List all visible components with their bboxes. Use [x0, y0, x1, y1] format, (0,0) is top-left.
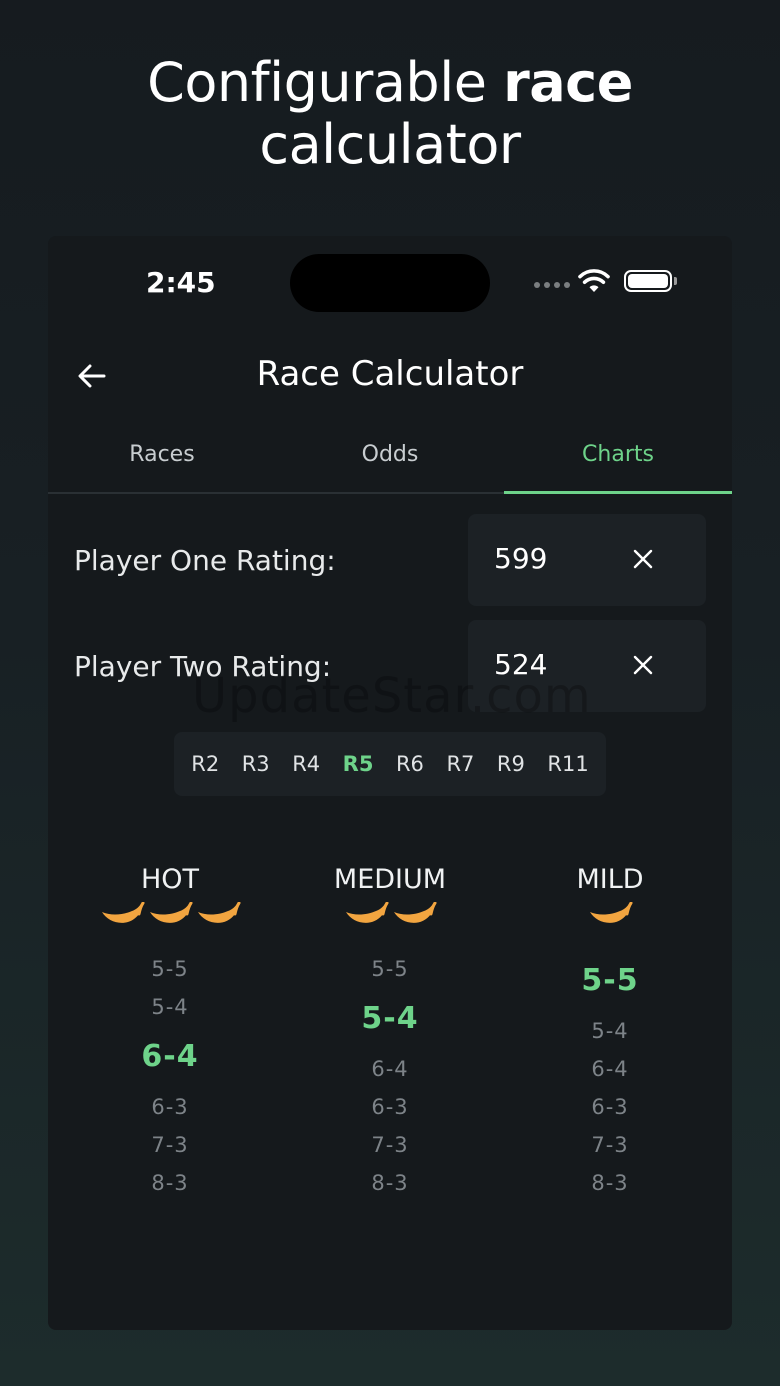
score-item: 8-3	[151, 1171, 189, 1195]
race-selector: R2 R3 R4 R5 R6 R7 R9 R11	[174, 732, 606, 796]
battery-icon	[624, 270, 672, 292]
column-heading: MEDIUM	[333, 864, 447, 895]
race-option-r11[interactable]: R11	[547, 752, 588, 776]
race-option-r4[interactable]: R4	[292, 752, 320, 776]
score-item: 5-5	[151, 957, 189, 981]
status-time: 2:45	[146, 266, 216, 299]
score-item: 5-4	[591, 1019, 629, 1043]
close-icon[interactable]	[630, 652, 656, 678]
score-item: 8-3	[591, 1171, 629, 1195]
pepper-rating	[510, 901, 710, 944]
wifi-icon	[578, 269, 610, 292]
pepper-icon	[391, 901, 437, 944]
race-option-r3[interactable]: R3	[242, 752, 270, 776]
pepper-rating	[290, 901, 490, 944]
score-item: 6-3	[151, 1095, 189, 1119]
pepper-icon	[587, 901, 633, 944]
tab-bar: Races Odds Charts	[48, 426, 732, 494]
signal-icon	[534, 282, 570, 288]
tab-charts[interactable]: Charts	[504, 426, 732, 494]
headline: Configurable race calculator	[0, 52, 780, 176]
phone-screen: 2:45 Race Calculator Races Odds Charts P…	[48, 236, 732, 1330]
headline-part2: race	[503, 51, 633, 114]
status-bar: 2:45	[48, 236, 732, 326]
score-item: 6-4	[591, 1057, 629, 1081]
pepper-rating	[70, 901, 270, 944]
score-item: 8-3	[371, 1171, 409, 1195]
column-mild: MILD 5-5 5-4 6-4 6-3 7-3 8-3	[510, 864, 710, 1202]
race-option-r7[interactable]: R7	[446, 752, 474, 776]
score-item: 6-3	[591, 1095, 629, 1119]
pepper-icon	[147, 901, 193, 944]
close-icon[interactable]	[630, 546, 656, 572]
score-item: 5-5	[371, 957, 409, 981]
score-item-selected: 6-4	[141, 1039, 199, 1074]
battery-cap	[674, 277, 677, 285]
race-option-r6[interactable]: R6	[396, 752, 424, 776]
player-one-rating-field[interactable]: 599	[468, 514, 706, 606]
pepper-icon	[99, 901, 145, 944]
race-option-r5[interactable]: R5	[343, 752, 374, 776]
race-option-r9[interactable]: R9	[497, 752, 525, 776]
headline-part1: Configurable	[147, 51, 487, 114]
watermark: UpdateStar.com	[192, 668, 592, 724]
player-one-label: Player One Rating:	[74, 544, 336, 577]
race-option-r2[interactable]: R2	[191, 752, 219, 776]
player-one-rating-value[interactable]: 599	[494, 542, 547, 575]
dynamic-island	[290, 254, 490, 312]
score-item: 5-4	[151, 995, 189, 1019]
page-title: Race Calculator	[256, 354, 524, 394]
score-item: 7-3	[371, 1133, 409, 1157]
tab-odds[interactable]: Odds	[276, 426, 504, 492]
pepper-icon	[195, 901, 241, 944]
column-hot: HOT 5-5 5-4 6-4 6-3 7-3 8-3	[70, 864, 270, 1202]
column-medium: MEDIUM 5-5 5-4 6-4 6-3 7-3 8-3	[290, 864, 490, 1202]
score-item: 7-3	[151, 1133, 189, 1157]
column-heading: MILD	[576, 864, 644, 895]
tab-races[interactable]: Races	[48, 426, 276, 492]
score-item-selected: 5-4	[361, 1001, 419, 1036]
headline-part3: calculator	[259, 113, 521, 176]
app-bar: Race Calculator	[48, 336, 732, 416]
column-heading: HOT	[140, 864, 200, 895]
score-item: 6-3	[371, 1095, 409, 1119]
player-one-row: Player One Rating: 599	[48, 514, 732, 606]
pepper-icon	[343, 901, 389, 944]
score-item: 6-4	[371, 1057, 409, 1081]
score-item-selected: 5-5	[581, 963, 639, 998]
score-item: 7-3	[591, 1133, 629, 1157]
